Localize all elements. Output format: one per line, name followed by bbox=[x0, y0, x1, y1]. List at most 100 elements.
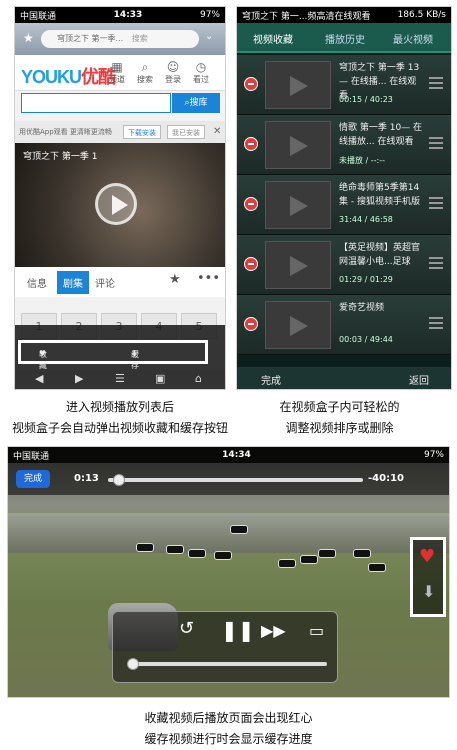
video-player[interactable]: 穹顶之下 第一季 1 bbox=[15, 143, 225, 267]
item-title: 【英足视频】英超官网温馨小电...足球 bbox=[339, 243, 421, 267]
home-icon[interactable]: ⌂ bbox=[195, 372, 202, 385]
tab-comments[interactable]: 评论 bbox=[95, 275, 115, 290]
back-icon[interactable]: ◀ bbox=[35, 372, 43, 385]
done-button[interactable]: 完成 bbox=[261, 372, 281, 387]
back-button[interactable]: 返回 bbox=[409, 372, 429, 387]
nav-search[interactable]: ⌕ 搜索 bbox=[133, 60, 157, 85]
close-icon[interactable]: ✕ bbox=[213, 121, 221, 143]
reorder-icon[interactable] bbox=[429, 257, 443, 269]
pause-icon[interactable]: ❚❚ bbox=[221, 618, 255, 642]
installed-button[interactable]: 我已安装 bbox=[167, 125, 205, 139]
search-icon: ⌕ bbox=[141, 60, 149, 74]
left-caption: 进入视频播放列表后 视频盒子会自动弹出视频收藏和缓存按钮 bbox=[11, 400, 228, 435]
delete-icon[interactable] bbox=[244, 137, 258, 151]
search-input[interactable] bbox=[21, 93, 171, 113]
search-button[interactable]: ⌕搜库 bbox=[172, 93, 220, 113]
tab-favorites[interactable]: 视频收藏 bbox=[253, 31, 293, 46]
youku-header: YOUKU优酷 ▦ 频道 ⌕ 搜索 ☺ 登录 ◷ 看过 bbox=[15, 55, 225, 91]
tab-info[interactable]: 信息 bbox=[27, 275, 47, 290]
nav-channel[interactable]: ▦ 频道 bbox=[105, 60, 129, 85]
video-thumbnail bbox=[265, 121, 331, 169]
download-arrow-icon[interactable]: ⬇ bbox=[422, 582, 435, 601]
item-title: 情歌 第一季 10— 在线播放... 在线观看 bbox=[339, 123, 423, 147]
battery-label: 97% bbox=[199, 10, 220, 20]
video-thumbnail bbox=[265, 301, 331, 349]
item-title: 爱奇艺视频 bbox=[339, 303, 385, 313]
star-icon[interactable]: ★ bbox=[23, 31, 34, 45]
status-bar: 中国联通 14:33 97% bbox=[15, 7, 225, 23]
videobox-side-panel: ♥ ⬇ bbox=[410, 537, 446, 617]
reorder-icon[interactable] bbox=[429, 317, 443, 329]
player-top-bar: 完成 0:13 -40:10 bbox=[8, 463, 449, 495]
tab-hot[interactable]: 最火视频 bbox=[393, 31, 433, 46]
list-item[interactable]: 绝命毒师第5季第14集 - 搜狐视频手机版 31:44 / 46:58 bbox=[237, 175, 451, 235]
remaining-time: -40:10 bbox=[368, 473, 404, 484]
list-item[interactable]: 穹顶之下 第一季 13 — 在线播... 在线观看 00:15 / 40:23 bbox=[237, 55, 451, 115]
youku-logo[interactable]: YOUKU优酷 bbox=[21, 63, 116, 89]
content-tabs: 信息 剧集 评论 ★ ••• bbox=[15, 267, 225, 297]
tab-episodes[interactable]: 剧集 bbox=[57, 271, 89, 294]
reorder-icon[interactable] bbox=[429, 137, 443, 149]
app-download-banner: 用优酷App观看 更清晰更流畅 下载安装 我已安装 ✕ bbox=[15, 121, 225, 143]
youku-page-screenshot: 中国联通 14:33 97% ★ 穹顶之下 第一季... 搜索 ⌄ YOUKU优… bbox=[14, 6, 226, 390]
reorder-icon[interactable] bbox=[429, 197, 443, 209]
right-caption: 在视频盒子内可轻松的 调整视频排序或删除 bbox=[279, 400, 400, 435]
list-item[interactable]: 【英足视频】英超官网温馨小电...足球 01:29 / 01:29 bbox=[237, 235, 451, 295]
more-icon[interactable]: ••• bbox=[197, 271, 220, 286]
clock: 14:33 bbox=[113, 10, 143, 20]
nav-login[interactable]: ☺ 登录 bbox=[161, 60, 185, 85]
item-progress: 31:44 / 46:58 bbox=[339, 215, 393, 224]
playback-controls: ↺ ❚❚ ▶▶ ▭ bbox=[112, 611, 338, 683]
list-item[interactable]: 爱奇艺视频 00:03 / 49:44 bbox=[237, 295, 451, 355]
battery-label: 97% bbox=[423, 450, 444, 460]
browser-toolbar: ◀ ▶ ☰ ▣ ⌂ bbox=[15, 369, 225, 389]
airplay-icon[interactable]: ▭ bbox=[309, 621, 324, 640]
top-scrubber[interactable] bbox=[108, 474, 363, 486]
video-thumbnail bbox=[265, 241, 331, 289]
chevron-down-icon[interactable]: ⌄ bbox=[205, 31, 213, 42]
download-button[interactable]: 下载安装 bbox=[123, 125, 161, 139]
user-icon: ☺ bbox=[166, 60, 180, 74]
list-item[interactable]: 情歌 第一季 10— 在线播放... 在线观看 未播放 / --:-- bbox=[237, 115, 451, 175]
item-progress: 00:15 / 40:23 bbox=[339, 95, 393, 104]
forward-icon[interactable]: ▶ bbox=[75, 372, 83, 385]
videobox-tabs: 视频收藏 播放历史 最火视频 bbox=[237, 23, 451, 53]
clock-icon: ◷ bbox=[195, 60, 207, 74]
delete-icon[interactable] bbox=[244, 77, 258, 91]
status-bar: 中国联通 14:34 97% bbox=[8, 447, 449, 463]
done-button[interactable]: 完成 bbox=[16, 470, 50, 488]
status-bar: 穹顶之下 第一...频高清在线观看 186.5 KB/s bbox=[237, 7, 451, 23]
nav-history[interactable]: ◷ 看过 bbox=[189, 60, 213, 85]
elapsed-time: 0:13 bbox=[74, 473, 99, 484]
clock: 14:34 bbox=[222, 450, 251, 460]
browser-url-bar: ★ 穹顶之下 第一季... 搜索 ⌄ bbox=[15, 23, 225, 55]
scrubber-knob[interactable] bbox=[112, 474, 125, 486]
fullscreen-player-screenshot: 中国联通 14:34 97% 完成 0:13 -40:10 ↺ ❚❚ ▶▶ ▭ … bbox=[7, 446, 450, 698]
list-icon[interactable]: ☰ bbox=[115, 372, 125, 385]
volume-slider[interactable] bbox=[127, 658, 327, 670]
carrier-label: 中国联通 bbox=[20, 11, 57, 22]
slider-knob[interactable] bbox=[127, 658, 139, 670]
item-progress: 01:29 / 01:29 bbox=[339, 275, 393, 284]
star-icon[interactable]: ★ bbox=[169, 272, 181, 287]
fast-forward-icon[interactable]: ▶▶ bbox=[261, 621, 286, 640]
video-thumbnail bbox=[265, 61, 331, 109]
play-icon[interactable] bbox=[95, 183, 137, 225]
replay-30-icon[interactable]: ↺ bbox=[179, 618, 194, 639]
status-title: 穹顶之下 第一...频高清在线观看 bbox=[242, 11, 371, 22]
carrier-label: 中国联通 bbox=[13, 451, 50, 462]
url-field[interactable]: 穹顶之下 第一季... 搜索 bbox=[41, 30, 199, 48]
delete-icon[interactable] bbox=[244, 257, 258, 271]
bottom-caption: 收藏视频后播放页面会出现红心 缓存视频进行时会显示缓存进度 bbox=[144, 711, 313, 746]
heart-icon[interactable]: ♥ bbox=[419, 546, 435, 567]
tabs-icon[interactable]: ▣ bbox=[155, 372, 165, 385]
delete-icon[interactable] bbox=[244, 317, 258, 331]
item-title: 绝命毒师第5季第14集 - 搜狐视频手机版 bbox=[339, 183, 420, 207]
delete-icon[interactable] bbox=[244, 197, 258, 211]
item-progress: 未播放 / --:-- bbox=[339, 156, 386, 165]
videobox-footer: 完成 返回 bbox=[237, 367, 451, 389]
tab-history[interactable]: 播放历史 bbox=[325, 31, 365, 46]
reorder-icon[interactable] bbox=[429, 77, 443, 89]
videobox-buttons: ♥ 收藏视频 ⬇ 缓存视频 bbox=[18, 340, 208, 389]
item-progress: 00:03 / 49:44 bbox=[339, 335, 393, 344]
